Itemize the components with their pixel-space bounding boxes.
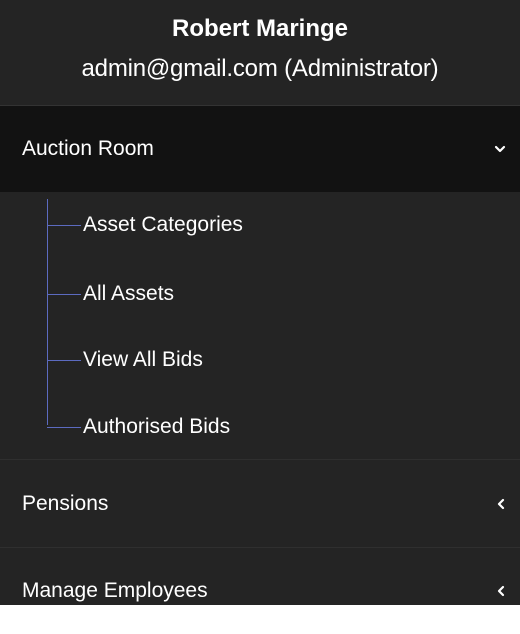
user-email-role: admin@gmail.com (Administrator)	[81, 55, 439, 82]
menu-item-label: Manage Employees	[22, 579, 208, 602]
submenu-item-authorised-bids[interactable]: Authorised Bids	[47, 411, 230, 443]
auction-room-submenu: Asset Categories All Assets View All Bid…	[0, 192, 520, 460]
chevron-left-icon[interactable]	[496, 460, 506, 547]
user-name: Robert Maringe	[171, 15, 348, 42]
menu-item-auction-room[interactable]: Auction Room	[0, 106, 520, 192]
submenu-item-label: All Assets	[83, 282, 175, 305]
menu-item-manage-employees[interactable]: Manage Employees	[0, 548, 520, 634]
user-panel: Robert Maringe admin@gmail.com (Administ…	[0, 0, 520, 106]
submenu-item-label: View All Bids	[83, 348, 203, 371]
submenu-item-all-assets[interactable]: All Assets	[47, 278, 174, 310]
submenu-item-view-all-bids[interactable]: View All Bids	[47, 344, 203, 376]
tree-branch	[47, 359, 81, 361]
chevron-left-icon[interactable]	[496, 548, 506, 634]
submenu-item-label: Authorised Bids	[83, 415, 231, 438]
menu-item-pensions[interactable]: Pensions	[0, 460, 520, 548]
tree-branch	[47, 293, 81, 295]
chevron-down-icon[interactable]	[494, 106, 506, 192]
menu-item-label: Pensions	[22, 491, 109, 515]
tree-branch	[47, 426, 81, 428]
tree-branch	[47, 224, 81, 226]
submenu-item-label: Asset Categories	[83, 213, 243, 236]
menu-item-label: Auction Room	[22, 137, 154, 160]
submenu-item-asset-categories[interactable]: Asset Categories	[47, 209, 243, 241]
sidebar: Robert Maringe admin@gmail.com (Administ…	[0, 0, 520, 605]
